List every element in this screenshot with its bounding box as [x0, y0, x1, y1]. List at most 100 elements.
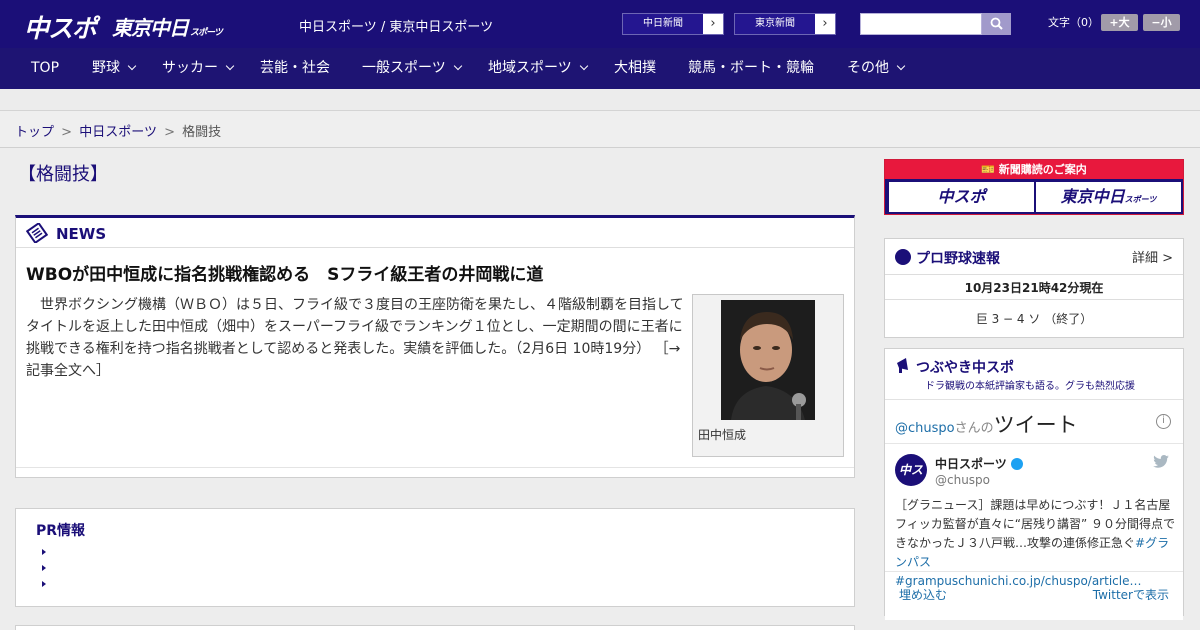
- breadcrumb: トップ > 中日スポーツ > 格闘技: [15, 121, 221, 140]
- breadcrumb-bar: トップ > 中日スポーツ > 格闘技: [0, 111, 1200, 148]
- tokyo-logo-small: スポーツ: [190, 28, 223, 38]
- tweets-header-title: ツイート: [993, 413, 1078, 437]
- chunichi-shimbun-link[interactable]: 中日新聞 ›: [622, 13, 724, 35]
- subscription-banner[interactable]: 🎫 新聞購読のご案内 中スポ 東京中日スポーツ: [884, 159, 1184, 215]
- photo-caption: 田中恒成: [698, 428, 747, 442]
- nav-item-top[interactable]: TOP: [31, 48, 59, 89]
- nav-item-other[interactable]: その他: [847, 48, 906, 89]
- baseball-icon: [895, 249, 911, 265]
- nav-label: 野球: [92, 60, 120, 76]
- baseball-score-panel: プロ野球速報 詳細 > 10月23日21時42分現在 巨 3 − 4 ソ （終了…: [884, 238, 1184, 338]
- tokyo-chunichi-logo[interactable]: 東京中日 スポーツ: [112, 12, 223, 41]
- chevron-down-icon: [453, 61, 462, 71]
- article-summary: 世界ボクシング機構（ＷＢＯ）は５日、フライ級で３度目の王座防衛を果たし、４階級制…: [26, 294, 686, 382]
- chevron-down-icon: [225, 61, 235, 71]
- news-header: NEWS: [16, 218, 854, 248]
- nav-item-baseball[interactable]: 野球: [92, 48, 137, 89]
- nav-item-local-sports[interactable]: 地域スポーツ: [488, 48, 588, 89]
- tweet-body: ［グラニュース］課題は早めにつぶす！Ｊ１名古屋フィッカ監督が直々に“居残り講習”…: [895, 498, 1176, 550]
- nav-item-general-sports[interactable]: 一般スポーツ: [362, 48, 462, 89]
- news-panel: NEWS WBOが田中恒成に指名挑戦権認める Sフライ級王者の井岡戦に道 世界ボ…: [15, 215, 855, 478]
- nav-item-entertainment[interactable]: 芸能・社会: [260, 48, 330, 89]
- ticket-icon: 🎫: [981, 163, 999, 176]
- font-smaller-button[interactable]: −小: [1143, 14, 1180, 31]
- baseball-details-link[interactable]: 詳細 >: [1132, 247, 1173, 266]
- nav-item-racing[interactable]: 競馬・ボート・競輪: [688, 48, 814, 89]
- tokyo-logo-text: 東京中日: [112, 16, 189, 40]
- bullet-icon: [42, 581, 46, 587]
- chevron-down-icon: [579, 61, 588, 71]
- tweet-author-name[interactable]: 中日スポーツ: [935, 455, 1023, 472]
- baseball-timestamp: 10月23日21時42分現在: [964, 281, 1104, 295]
- subscription-title: 🎫 新聞購読のご案内: [885, 160, 1183, 179]
- font-size-label: 文字（0）: [1048, 16, 1099, 29]
- sub-nav-strip: [0, 89, 1200, 111]
- tweet-author-label: 中日スポーツ: [935, 457, 1007, 471]
- tsubuyaki-panel: つぶやき中スポ ドラ観戦の本紙評論家も語る。グラも熱烈応援 @chuspoさんの…: [884, 348, 1184, 620]
- baseball-score[interactable]: 巨 3 − 4 ソ （終了）: [885, 310, 1183, 327]
- newspaper-icon: [26, 223, 48, 243]
- chuspo-logo[interactable]: 中スポ: [24, 9, 97, 45]
- search-button[interactable]: [982, 13, 1011, 35]
- news-section-label: NEWS: [56, 225, 107, 243]
- view-on-twitter-link[interactable]: Twitterで表示: [1093, 586, 1169, 603]
- search-input[interactable]: [860, 13, 982, 35]
- baseball-title: プロ野球速報: [916, 251, 1000, 267]
- tokyo-shimbun-label: 東京新聞: [735, 14, 815, 34]
- news-footer-divider: [16, 467, 854, 468]
- avatar[interactable]: 中スポ: [895, 454, 927, 486]
- nav-label: 大相撲: [614, 60, 656, 76]
- breadcrumb-separator: >: [164, 125, 175, 140]
- font-larger-button[interactable]: +大: [1101, 14, 1138, 31]
- tweet-text: ［グラニュース］課題は早めにつぶす！Ｊ１名古屋フィッカ監督が直々に“居残り講習”…: [895, 496, 1175, 591]
- verified-icon: [1010, 458, 1023, 470]
- nav-label: 競馬・ボート・競輪: [688, 60, 814, 76]
- tweets-header: @chuspoさんのツイート: [895, 409, 1078, 439]
- category-title: 【格闘技】: [18, 164, 108, 185]
- tweet-author-handle[interactable]: @chuspo: [935, 473, 990, 487]
- chevron-right-icon: ›: [822, 16, 828, 31]
- pr-title: PR情報: [36, 523, 86, 539]
- divider: [885, 299, 1183, 300]
- info-icon[interactable]: i: [1156, 414, 1171, 429]
- search-icon: [990, 17, 1003, 30]
- subscription-chuspo-logo[interactable]: 中スポ: [889, 182, 1034, 212]
- nav-label: TOP: [31, 60, 60, 76]
- chunichi-shimbun-label: 中日新聞: [623, 14, 703, 34]
- subscription-tokyo-logo[interactable]: 東京中日スポーツ: [1036, 182, 1181, 212]
- chevron-down-icon: [896, 61, 906, 71]
- breadcrumb-home-link[interactable]: トップ: [15, 125, 54, 140]
- tokyo-shimbun-link[interactable]: 東京新聞 ›: [734, 13, 836, 35]
- divider: [885, 571, 1183, 572]
- article-photo-box: 田中恒成: [692, 294, 844, 457]
- article-photo[interactable]: [721, 300, 815, 420]
- tsubuyaki-title: つぶやき中スポ: [916, 360, 1014, 376]
- embed-link[interactable]: 埋め込む: [899, 586, 947, 603]
- nav-label: 芸能・社会: [260, 60, 330, 76]
- breadcrumb-current: 格闘技: [182, 125, 222, 140]
- bullet-icon: [42, 565, 46, 571]
- nav-label: 一般スポーツ: [362, 60, 446, 76]
- main-nav: TOP 野球 サッカー 芸能・社会 一般スポーツ 地域スポーツ 大相撲 競馬・ボ…: [0, 48, 1200, 89]
- nav-item-soccer[interactable]: サッカー: [162, 48, 235, 89]
- nav-label: その他: [847, 60, 889, 76]
- breadcrumb-chunichi-sports-link[interactable]: 中日スポーツ: [79, 125, 157, 140]
- article-headline[interactable]: WBOが田中恒成に指名挑戦権認める Sフライ級王者の井岡戦に道: [26, 260, 543, 285]
- twitter-bird-icon[interactable]: [1153, 455, 1169, 468]
- tweets-header-san: さんの: [954, 421, 994, 436]
- next-panel: [15, 625, 855, 630]
- breadcrumb-separator: >: [61, 125, 73, 140]
- top-header: 中スポ 東京中日 スポーツ 中日スポーツ / 東京中日スポーツ 中日新聞 › 東京…: [0, 0, 1200, 48]
- tweets-header-handle[interactable]: @chuspo: [895, 421, 955, 436]
- tsubuyaki-subtitle: ドラ観戦の本紙評論家も語る。グラも熱烈応援: [925, 381, 1135, 392]
- pr-panel: PR情報: [15, 508, 855, 607]
- bullet-icon: [42, 549, 46, 555]
- baseball-header: プロ野球速報 詳細 >: [885, 239, 1183, 275]
- nav-label: 地域スポーツ: [488, 60, 572, 76]
- megaphone-icon: [897, 358, 908, 373]
- sub-logo-text: 東京中日: [1060, 187, 1125, 206]
- chevron-down-icon: [127, 61, 137, 71]
- nav-item-sumo[interactable]: 大相撲: [614, 48, 656, 89]
- sub-logo-small: スポーツ: [1124, 195, 1157, 204]
- nav-label: サッカー: [162, 60, 218, 76]
